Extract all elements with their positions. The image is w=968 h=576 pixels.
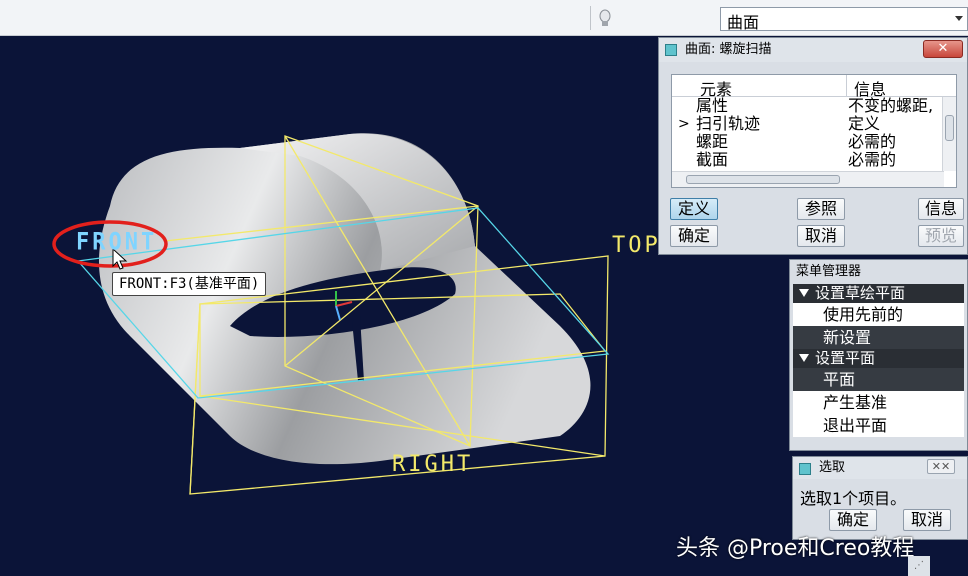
preview-button[interactable]: 预览: [918, 225, 964, 247]
surface-model[interactable]: [98, 133, 591, 465]
element-info: 定义: [848, 114, 881, 133]
resize-grip-icon[interactable]: ⋰: [908, 556, 930, 576]
table-row[interactable]: 属性 不变的螺距,: [672, 97, 956, 115]
table-row[interactable]: > 扫引轨迹 定义: [672, 115, 956, 133]
window-icon: [665, 44, 677, 56]
helical-sweep-dialog: 曲面: 螺旋扫描 ✕ 元素 信息 属性 不变的螺距, > 扫引轨迹 定义 螺距 …: [658, 37, 968, 255]
element-info: 必需的: [848, 132, 897, 151]
select-dialog: 选取 ✕✕ 选取1个项目。 确定 取消: [792, 456, 968, 540]
bulb-icon[interactable]: [598, 8, 612, 28]
menu-manager-title: 菜单管理器: [796, 264, 862, 279]
element-info: 必需的: [848, 150, 897, 169]
menu-item-plane[interactable]: 平面: [793, 368, 964, 391]
dialog-title: 曲面: 螺旋扫描: [685, 42, 772, 57]
selection-filter-select[interactable]: 曲面: [720, 7, 968, 32]
references-button[interactable]: 参照: [797, 198, 845, 220]
window-icon: [799, 463, 811, 475]
element-name: 截面: [696, 150, 729, 169]
menu-item-quit-plane[interactable]: 退出平面: [793, 414, 964, 437]
menu-item-new-setup[interactable]: 新设置: [793, 326, 964, 349]
watermark: 头条 @Proe和Creo教程: [676, 536, 915, 561]
element-name: 螺距: [696, 132, 729, 151]
vertical-scrollbar[interactable]: [942, 97, 956, 171]
collapse-triangle-icon: [799, 289, 809, 297]
dialog-title-bar[interactable]: 曲面: 螺旋扫描 ✕: [659, 38, 967, 62]
element-table: 元素 信息 属性 不变的螺距, > 扫引轨迹 定义 螺距 必需的 截面 必需的: [671, 74, 957, 188]
top-datum-label[interactable]: TOP: [612, 233, 661, 258]
select-cancel-button[interactable]: 取消: [903, 509, 951, 531]
close-button[interactable]: ✕: [923, 40, 963, 58]
menu-item-use-previous[interactable]: 使用先前的: [793, 303, 964, 326]
element-name: 属性: [696, 96, 729, 115]
select-prompt-message: 选取1个项目。: [800, 489, 907, 508]
menu-section-sketch-plane[interactable]: 设置草绘平面: [793, 284, 964, 303]
scrollbar-thumb[interactable]: [686, 175, 840, 184]
table-header: 元素 信息: [672, 75, 956, 99]
element-name: 扫引轨迹: [696, 114, 761, 133]
select-dialog-title: 选取: [819, 460, 846, 475]
column-divider: [846, 75, 847, 97]
right-datum-label[interactable]: RIGHT: [392, 452, 473, 477]
table-row[interactable]: 螺距 必需的: [672, 133, 956, 151]
table-row[interactable]: 截面 必需的: [672, 151, 956, 169]
dropdown-arrow-icon[interactable]: [955, 16, 963, 21]
scrollbar-thumb[interactable]: [945, 115, 954, 141]
info-button[interactable]: 信息: [918, 198, 964, 220]
select-ok-button[interactable]: 确定: [829, 509, 877, 531]
front-datum-label[interactable]: FRONT: [76, 229, 157, 257]
close-button[interactable]: ✕✕: [927, 459, 955, 474]
cancel-button[interactable]: 取消: [797, 225, 845, 247]
toolbar-separator: [590, 6, 591, 30]
horizontal-scrollbar[interactable]: [672, 171, 944, 187]
hover-tooltip: FRONT:F3(基准平面): [112, 272, 267, 296]
collapse-triangle-icon: [799, 354, 809, 362]
select-dialog-title-bar[interactable]: 选取 ✕✕: [793, 457, 967, 479]
current-row-pointer-icon: >: [678, 116, 690, 132]
menu-manager: 菜单管理器 设置草绘平面 使用先前的 新设置 设置平面 平面 产生基准 退出平面: [789, 259, 968, 451]
element-info: 不变的螺距,: [848, 96, 934, 115]
define-button[interactable]: 定义: [670, 198, 718, 220]
menu-section-set-plane[interactable]: 设置平面: [793, 349, 964, 368]
ok-button[interactable]: 确定: [670, 225, 718, 247]
selection-filter-value: 曲面: [727, 13, 760, 32]
menu-item-make-datum[interactable]: 产生基准: [793, 391, 964, 414]
top-toolbar: 曲面: [0, 0, 968, 36]
